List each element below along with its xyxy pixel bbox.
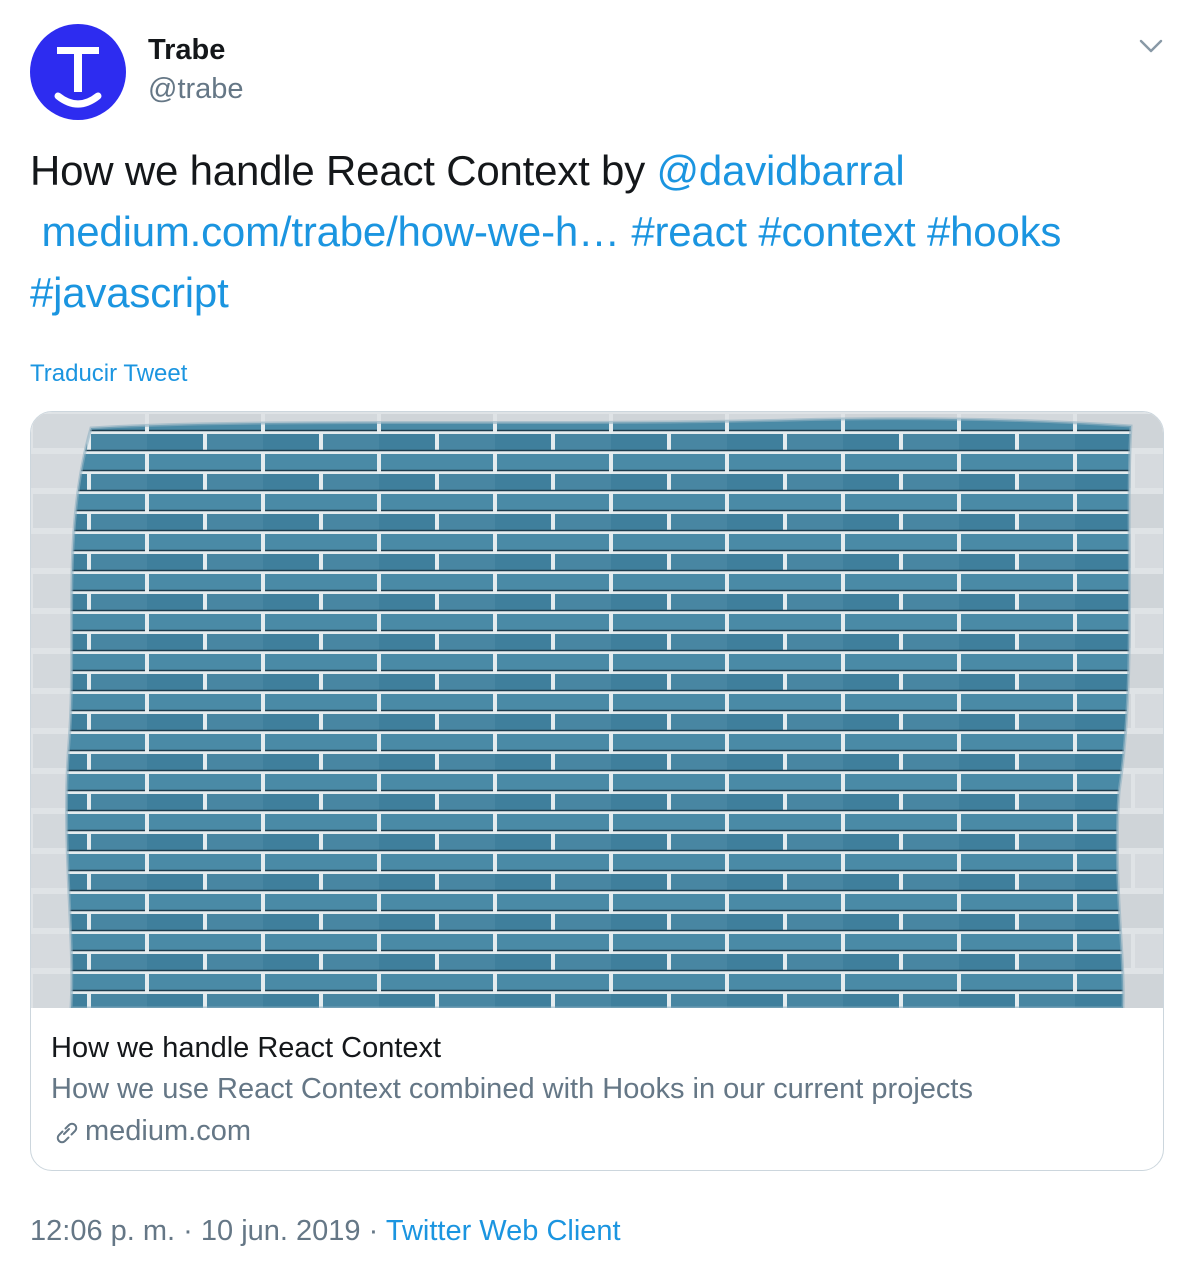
- brick-wall-image: [31, 412, 1163, 1010]
- footer-separator: ·: [368, 1215, 379, 1247]
- author-handle[interactable]: @trabe: [148, 72, 244, 106]
- hashtag-link[interactable]: #react: [631, 208, 747, 255]
- tweet-text: How we handle React Context by @davidbar…: [30, 140, 1170, 323]
- chevron-down-icon: [1139, 39, 1163, 53]
- tweet-text-prefix: How we handle React Context by: [30, 147, 657, 194]
- tweet-menu-button[interactable]: [1136, 34, 1166, 58]
- tweet-date[interactable]: 10 jun. 2019: [201, 1215, 361, 1247]
- tweet-time[interactable]: 12:06 p. m.: [30, 1215, 175, 1247]
- card-image: [31, 412, 1163, 1010]
- card-domain: medium.com: [51, 1115, 251, 1148]
- avatar[interactable]: [30, 24, 126, 120]
- translate-tweet-link[interactable]: Traducir Tweet: [30, 360, 187, 388]
- hashtag-link[interactable]: #context: [758, 208, 915, 255]
- hashtag-link[interactable]: #hooks: [927, 208, 1061, 255]
- card-title: How we handle React Context: [51, 1032, 442, 1064]
- footer-separator: ·: [183, 1215, 193, 1247]
- mention-link[interactable]: @davidbarral: [656, 147, 904, 194]
- author-name[interactable]: Trabe: [148, 33, 225, 67]
- tweet-footer: 12:06 p. m. · 10 jun. 2019 · Twitter Web…: [30, 1215, 621, 1248]
- card-domain-text: medium.com: [85, 1115, 251, 1147]
- trabe-logo-icon: [54, 47, 102, 108]
- link-icon: [56, 1122, 78, 1143]
- link-card[interactable]: How we handle React Context How we use R…: [30, 411, 1164, 1171]
- hashtag-link[interactable]: #javascript: [30, 269, 229, 316]
- tweet-source-link[interactable]: Twitter Web Client: [386, 1215, 621, 1247]
- card-description: How we use React Context combined with H…: [51, 1073, 973, 1105]
- article-link[interactable]: medium.com/trabe/how-we-h…: [41, 208, 620, 255]
